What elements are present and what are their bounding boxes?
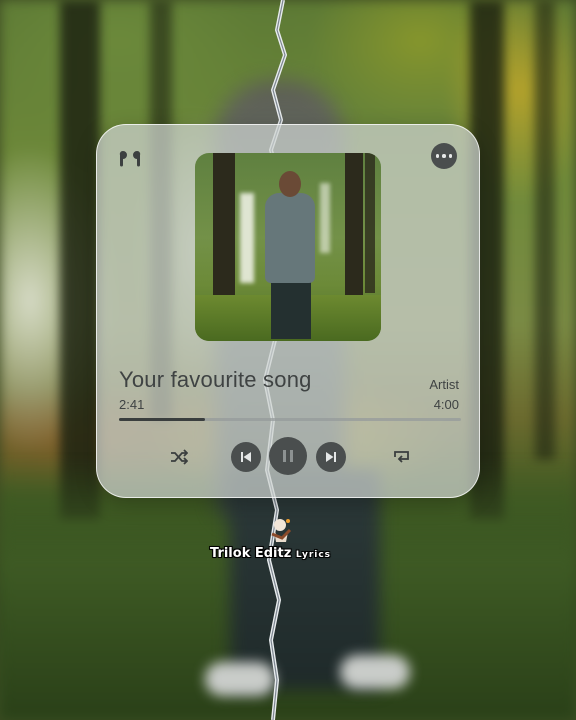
- earbuds-icon[interactable]: [119, 149, 141, 169]
- song-title: Your favourite song: [119, 367, 312, 392]
- shuffle-button[interactable]: [167, 445, 191, 469]
- previous-icon: [241, 452, 251, 462]
- shuffle-icon: [171, 449, 188, 465]
- play-pause-button[interactable]: [269, 437, 307, 475]
- progress-bar[interactable]: [119, 418, 461, 421]
- watermark-suffix: Lyrics: [295, 550, 332, 560]
- album-cover: [195, 153, 381, 341]
- previous-button[interactable]: [231, 442, 261, 472]
- next-button[interactable]: [316, 442, 346, 472]
- next-icon: [326, 452, 336, 462]
- watermark-logo-icon: [271, 519, 292, 542]
- more-options-button[interactable]: [431, 143, 457, 169]
- progress-fill: [119, 418, 205, 421]
- more-options-icon: [435, 154, 453, 158]
- total-time: 4:00: [433, 397, 459, 412]
- music-player-card: Your favourite song Artist 2:41 4:00: [96, 124, 480, 498]
- watermark-text: Trilok Editz: [210, 546, 292, 561]
- artist-name: Artist: [429, 377, 459, 392]
- current-time: 2:41: [119, 397, 145, 412]
- watermark: Trilok Editz Lyrics: [210, 546, 331, 561]
- repeat-icon: [394, 451, 409, 463]
- repeat-button[interactable]: [389, 445, 413, 469]
- pause-icon: [283, 450, 293, 462]
